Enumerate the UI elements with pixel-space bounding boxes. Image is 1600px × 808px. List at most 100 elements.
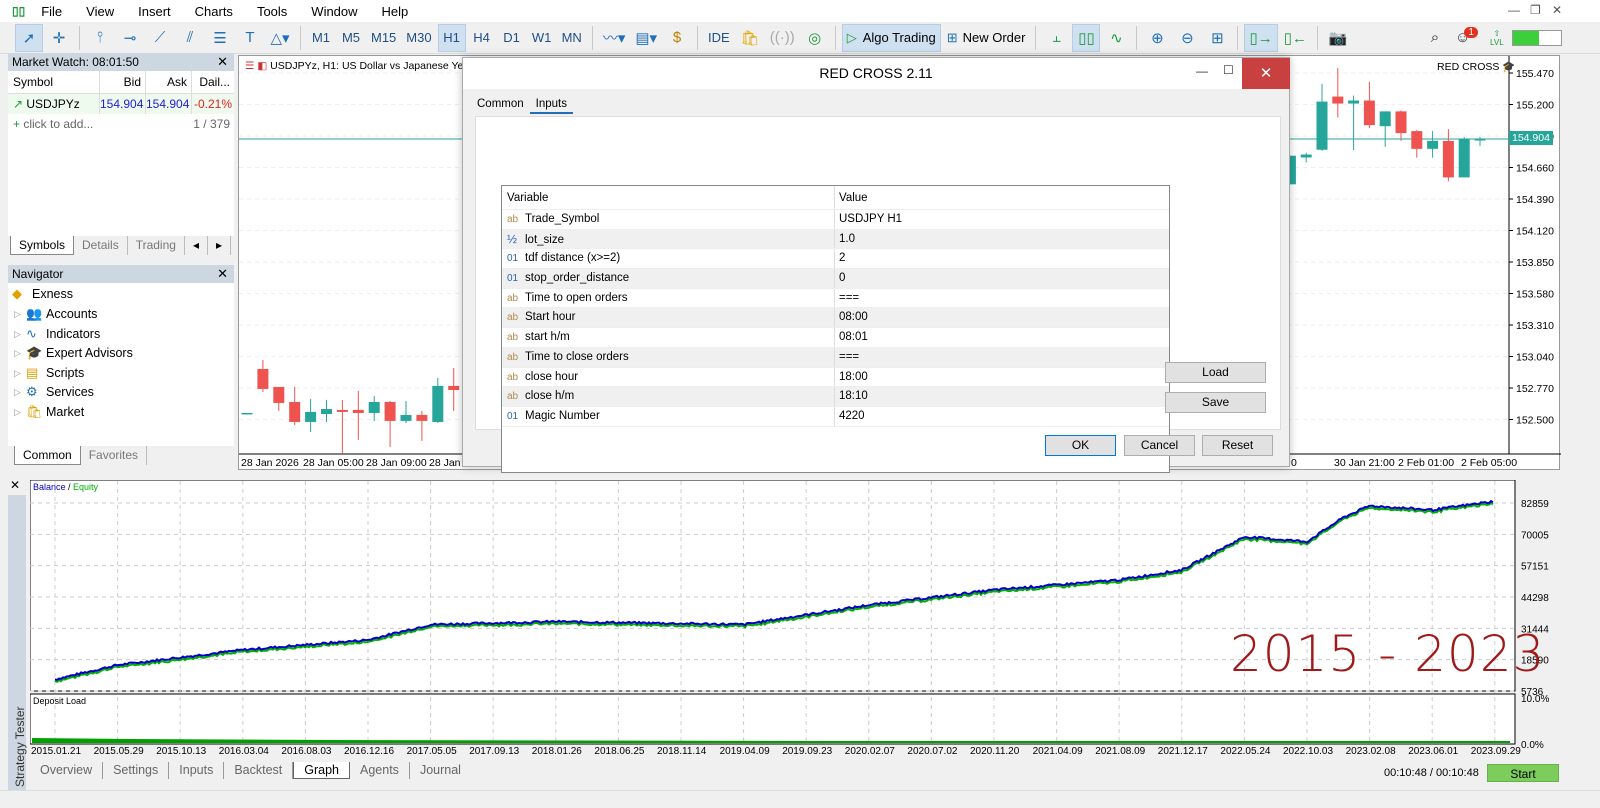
- menu-file[interactable]: File: [29, 4, 74, 19]
- nav-services[interactable]: ▷ ⚙ Services: [14, 384, 94, 400]
- minimize-icon[interactable]: —: [1196, 64, 1208, 78]
- scroll-left-icon[interactable]: ◂: [185, 236, 208, 255]
- autoscroll-icon[interactable]: ▯→: [1244, 23, 1278, 52]
- fibonacci-icon[interactable]: ☰: [206, 24, 234, 52]
- menu-charts[interactable]: Charts: [183, 4, 245, 19]
- notifications-icon[interactable]: ☺ 1: [1451, 24, 1482, 52]
- close-icon[interactable]: ✕: [217, 54, 228, 70]
- parameter-row[interactable]: ab Trade_Symbol USDJPY H1: [502, 210, 1169, 230]
- tf-m30[interactable]: M30: [402, 24, 435, 52]
- bar-chart-icon[interactable]: ⫠: [1042, 24, 1070, 52]
- scroll-right-icon[interactable]: ▸: [208, 236, 232, 255]
- nav-market[interactable]: ▷ 🛍 Market: [14, 404, 84, 420]
- tf-m5[interactable]: M5: [337, 24, 365, 52]
- lvl-icon[interactable]: ⇧ LVL: [1490, 29, 1504, 47]
- screenshot-icon[interactable]: 📷: [1324, 24, 1352, 52]
- market-watch-row[interactable]: ↗ USDJPYz 154.904 154.904 -0.21%: [8, 94, 234, 114]
- column-symbol[interactable]: Symbol: [8, 71, 100, 93]
- parameter-value[interactable]: USDJPY H1: [835, 210, 902, 229]
- tf-m1[interactable]: M1: [307, 24, 335, 52]
- tf-h1[interactable]: H1: [437, 23, 466, 52]
- templates-icon[interactable]: ▤▾: [631, 24, 661, 52]
- menu-help[interactable]: Help: [370, 4, 421, 19]
- tf-d1[interactable]: D1: [498, 24, 526, 52]
- dollar-icon[interactable]: $: [663, 24, 691, 52]
- nav-expert-advisors[interactable]: ▷ 🎓 Expert Advisors: [14, 345, 133, 361]
- add-symbol-row[interactable]: + click to add... 1 / 379: [8, 114, 234, 134]
- tab-backtest[interactable]: Backtest: [224, 762, 294, 779]
- menu-tools[interactable]: Tools: [245, 4, 299, 19]
- signal-icon[interactable]: ((·)): [766, 24, 799, 52]
- column-daily[interactable]: Dail...: [192, 71, 234, 93]
- parameter-value[interactable]: 08:00: [835, 308, 868, 327]
- parameter-row[interactable]: ab start h/m 08:01: [502, 328, 1169, 348]
- column-ask[interactable]: Ask: [146, 71, 192, 93]
- tab-trading[interactable]: Trading: [128, 236, 185, 255]
- parameter-row[interactable]: ab close h/m 18:10: [502, 387, 1169, 407]
- nav-accounts[interactable]: ▷ 👥 Accounts: [14, 306, 97, 322]
- minimize-icon[interactable]: —: [1508, 3, 1520, 17]
- close-button[interactable]: ✕: [1242, 58, 1290, 89]
- parameter-value[interactable]: 1.0: [835, 230, 855, 249]
- close-icon[interactable]: ✕: [1552, 3, 1562, 17]
- reset-button[interactable]: Reset: [1202, 435, 1273, 456]
- search-icon[interactable]: ⌕: [1421, 24, 1449, 52]
- parameter-value[interactable]: 08:01: [835, 328, 868, 347]
- nav-root-exness[interactable]: ◆ Exness: [12, 286, 73, 302]
- tab-favorites[interactable]: Favorites: [81, 446, 148, 465]
- ide-button[interactable]: IDE: [704, 24, 734, 52]
- new-order-button[interactable]: ⊞ New Order: [943, 24, 1030, 52]
- text-icon[interactable]: T: [236, 24, 264, 52]
- trendline-icon[interactable]: ⟋: [146, 24, 174, 52]
- restore-icon[interactable]: ❐: [1530, 3, 1541, 17]
- channel-icon[interactable]: ⫽: [176, 24, 204, 52]
- zoom-out-icon[interactable]: ⊖: [1173, 24, 1201, 52]
- indicators-icon[interactable]: 〰▾: [599, 24, 630, 52]
- tab-inputs[interactable]: Inputs: [169, 762, 225, 779]
- tab-common[interactable]: Common: [471, 98, 530, 114]
- parameter-value[interactable]: 4220: [835, 407, 865, 426]
- tab-journal[interactable]: Journal: [410, 762, 471, 779]
- crosshair-icon[interactable]: ✛: [45, 24, 73, 52]
- dialog-title-bar[interactable]: RED CROSS 2.11: [463, 58, 1289, 89]
- maximize-icon[interactable]: ☐: [1223, 63, 1234, 77]
- parameter-value[interactable]: 0: [835, 269, 845, 288]
- market-bag-icon[interactable]: 🛍: [736, 24, 764, 52]
- tile-windows-icon[interactable]: ⊞: [1203, 24, 1231, 52]
- parameter-row[interactable]: ½ lot_size 1.0: [502, 229, 1169, 250]
- tf-mn[interactable]: MN: [558, 24, 586, 52]
- chart-shift-icon[interactable]: ▯←: [1280, 24, 1311, 52]
- tab-inputs[interactable]: Inputs: [529, 98, 573, 114]
- menu-view[interactable]: View: [74, 4, 126, 19]
- parameter-value[interactable]: ===: [835, 289, 859, 308]
- load-button[interactable]: Load: [1165, 362, 1266, 383]
- tab-symbols[interactable]: Symbols: [10, 236, 75, 255]
- shapes-icon[interactable]: △▾: [266, 24, 294, 52]
- tab-details[interactable]: Details: [74, 236, 128, 255]
- vps-icon[interactable]: ◎: [801, 24, 829, 52]
- tf-m15[interactable]: M15: [367, 24, 400, 52]
- horizontal-line-icon[interactable]: ⊸: [116, 24, 144, 52]
- algo-trading-button[interactable]: ▷ Algo Trading: [841, 23, 941, 52]
- start-button[interactable]: Start: [1487, 764, 1559, 782]
- candlestick-icon[interactable]: ▯▯: [1072, 23, 1101, 52]
- parameter-row[interactable]: ab Time to close orders ===: [502, 347, 1169, 368]
- nav-scripts[interactable]: ▷ ▤ Scripts: [14, 365, 84, 381]
- tab-settings[interactable]: Settings: [103, 762, 170, 779]
- parameter-value[interactable]: 18:10: [835, 387, 868, 406]
- parameter-row[interactable]: 01 stop_order_distance 0: [502, 269, 1169, 289]
- line-chart-icon[interactable]: ∿: [1102, 24, 1130, 52]
- parameter-row[interactable]: 01 Magic Number 4220: [502, 406, 1169, 427]
- parameter-value[interactable]: 2: [835, 249, 845, 268]
- parameter-row[interactable]: ab Time to open orders ===: [502, 288, 1169, 309]
- parameter-value[interactable]: ===: [835, 348, 859, 367]
- parameter-row[interactable]: 01 tdf distance (x>=2) 2: [502, 249, 1169, 270]
- vertical-line-icon[interactable]: ⫯: [86, 24, 114, 52]
- cursor-icon[interactable]: ➚: [15, 23, 43, 52]
- tab-overview[interactable]: Overview: [30, 762, 104, 779]
- column-bid[interactable]: Bid: [100, 71, 146, 93]
- tab-agents[interactable]: Agents: [350, 762, 410, 779]
- menu-window[interactable]: Window: [299, 4, 369, 19]
- tab-common[interactable]: Common: [14, 446, 81, 465]
- close-icon[interactable]: ✕: [10, 478, 20, 492]
